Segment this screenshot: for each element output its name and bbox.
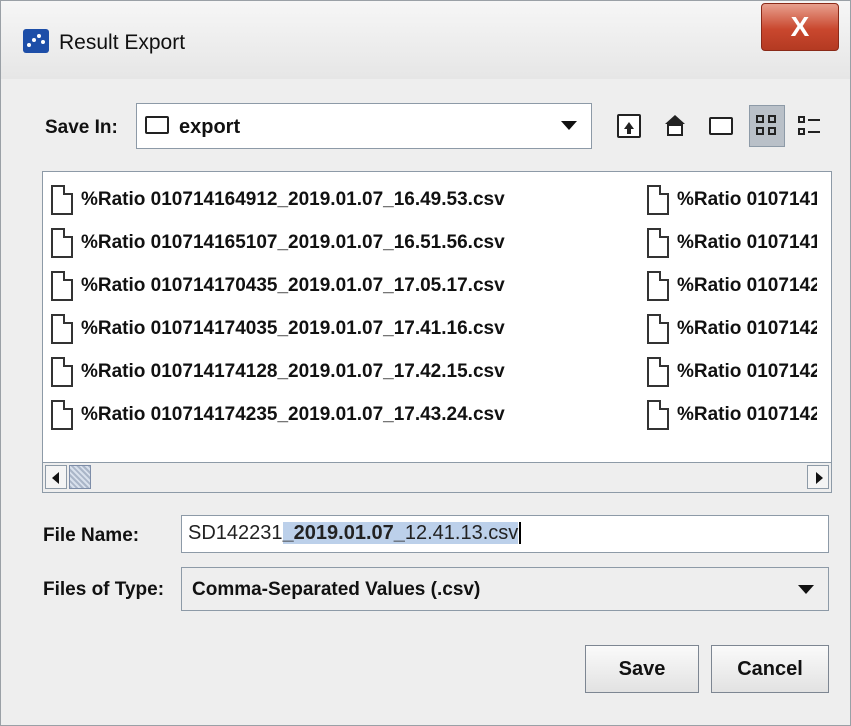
list-item[interactable]: %Ratio 0107141 [647,225,817,261]
file-icon [51,185,73,215]
list-item[interactable]: %Ratio 010714174035_2019.01.07_17.41.16.… [51,311,505,347]
list-item[interactable]: %Ratio 0107142 [647,354,817,390]
file-icon [647,185,669,215]
list-item[interactable]: %Ratio 0107142 [647,311,817,347]
file-list[interactable]: %Ratio 010714164912_2019.01.07_16.49.53.… [42,171,832,493]
scroll-left-icon[interactable] [45,465,67,489]
details-view-button[interactable] [791,105,827,147]
chevron-down-icon [798,585,814,594]
window-title: Result Export [59,31,186,54]
text-cursor [519,522,522,544]
files-of-type-label: Files of Type: [43,579,165,600]
app-icon [23,29,49,53]
up-one-level-icon [617,114,641,138]
file-icon [51,314,73,344]
file-name-label: File Name: [43,525,140,546]
list-item[interactable]: %Ratio 010714170435_2019.01.07_17.05.17.… [51,268,505,304]
scroll-right-icon[interactable] [807,465,829,489]
file-icon [51,357,73,387]
scrollbar-thumb[interactable] [69,465,91,489]
list-item[interactable]: %Ratio 0107142 [647,268,817,304]
new-folder-icon [709,117,733,135]
file-icon [647,357,669,387]
list-item[interactable]: %Ratio 0107141 [647,182,817,218]
file-icon [51,271,73,301]
list-view-button[interactable] [749,105,785,147]
chevron-down-icon [561,121,577,130]
files-of-type-dropdown[interactable]: Comma-Separated Values (.csv) [181,567,829,611]
list-item[interactable]: %Ratio 010714165107_2019.01.07_16.51.56.… [51,225,505,261]
result-export-dialog: Result Export X Save In: export %Ratio 0… [0,0,851,726]
title-bar: Result Export X [1,1,850,79]
close-button[interactable]: X [761,3,839,51]
file-name-field[interactable]: SD142231_2019.01.07_12.41.13.csv [181,515,829,553]
up-one-level-button[interactable] [611,105,647,147]
file-icon [647,314,669,344]
details-view-icon [798,115,820,137]
list-item[interactable]: %Ratio 010714174128_2019.01.07_17.42.15.… [51,354,505,390]
list-item[interactable]: %Ratio 010714164912_2019.01.07_16.49.53.… [51,182,505,218]
list-view-icon [756,115,778,137]
save-in-dropdown[interactable]: export [136,103,592,149]
save-in-folder: export [179,116,241,138]
horizontal-scrollbar[interactable] [43,462,831,492]
file-icon [51,400,73,430]
file-icon [647,228,669,258]
files-of-type-value: Comma-Separated Values (.csv) [192,579,481,600]
file-icon [647,271,669,301]
home-button[interactable] [657,105,693,147]
save-in-label: Save In: [45,117,118,138]
file-icon [647,400,669,430]
list-item[interactable]: %Ratio 0107142 [647,397,817,433]
cancel-button[interactable]: Cancel [711,645,829,693]
new-folder-button[interactable] [703,105,739,147]
folder-icon [145,116,169,134]
file-icon [51,228,73,258]
list-item[interactable]: %Ratio 010714174235_2019.01.07_17.43.24.… [51,397,505,433]
home-icon [663,114,687,138]
save-button[interactable]: Save [585,645,699,693]
